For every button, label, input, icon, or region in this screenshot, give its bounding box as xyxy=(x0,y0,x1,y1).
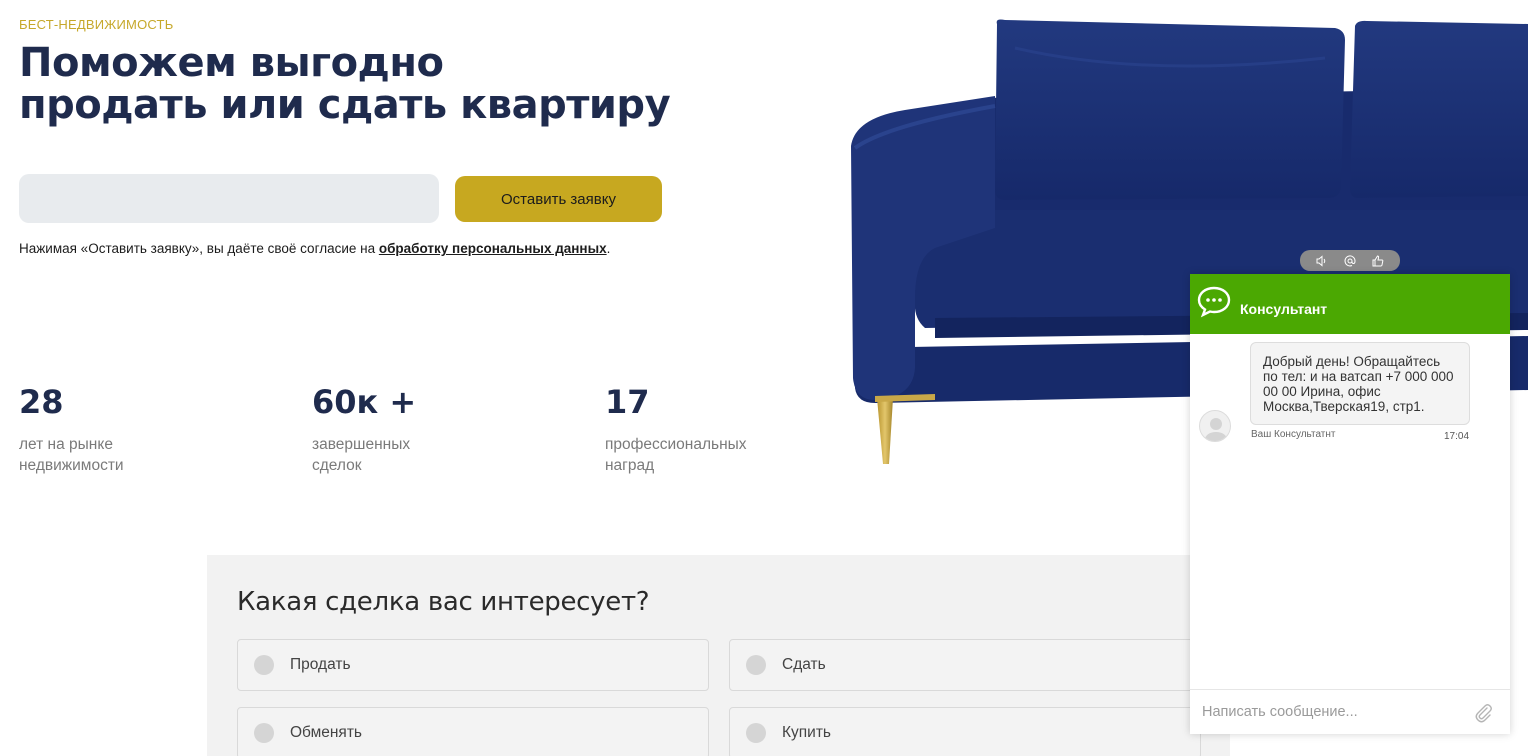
option-sell[interactable]: Продать xyxy=(237,639,709,691)
deal-section: Какая сделка вас интересует? Продать Сда… xyxy=(207,555,1230,756)
option-label: Обменять xyxy=(290,724,362,741)
stat-label: завершенных сделок xyxy=(312,434,482,476)
consent-prefix: Нажимая «Оставить заявку», вы даёте своё… xyxy=(19,241,379,256)
radio-button[interactable] xyxy=(746,655,766,675)
option-label: Сдать xyxy=(782,656,826,673)
stat-label-line: сделок xyxy=(312,457,362,474)
chat-title: Консультант xyxy=(1240,301,1328,317)
stat-label: лет на рынке недвижимости xyxy=(19,434,189,476)
brand-label: БЕСТ-НЕДВИЖИМОСТЬ xyxy=(19,17,174,32)
user-silhouette-icon xyxy=(1204,418,1228,441)
sound-icon[interactable] xyxy=(1313,253,1331,269)
message-author: Ваш Консультатнт xyxy=(1251,429,1336,440)
thumbs-up-icon[interactable] xyxy=(1369,253,1387,269)
radio-button[interactable] xyxy=(254,723,274,743)
consent-text: Нажимая «Оставить заявку», вы даёте своё… xyxy=(19,241,610,256)
consent-suffix: . xyxy=(606,241,611,256)
stat-label-line: завершенных xyxy=(312,436,411,453)
stat-label-line: недвижимости xyxy=(19,457,124,474)
chat-toolbar xyxy=(1300,250,1400,271)
stat-label-line: профессиональных xyxy=(605,436,747,453)
deal-title: Какая сделка вас интересует? xyxy=(237,587,650,617)
personal-data-link[interactable]: обработку персональных данных xyxy=(379,241,607,256)
option-label: Продать xyxy=(290,656,351,673)
consultant-avatar xyxy=(1199,410,1231,442)
chat-bubble-icon xyxy=(1196,284,1232,325)
chat-widget: Консультант Добрый день! Обращайтесь по … xyxy=(1190,274,1510,734)
stat-years: 28 лет на рынке недвижимости xyxy=(19,384,189,476)
stat-label-line: наград xyxy=(605,457,655,474)
option-buy[interactable]: Купить xyxy=(729,707,1201,756)
page-headline: Поможем выгодно продать или сдать кварти… xyxy=(19,40,671,128)
stat-value: 60к + xyxy=(312,383,417,421)
stat-label-line: лет на рынке xyxy=(19,436,113,453)
chat-messages: Добрый день! Обращайтесь по тел: и на ва… xyxy=(1190,334,1510,689)
chat-input-area xyxy=(1190,689,1510,734)
message-time: 17:04 xyxy=(1444,431,1470,442)
phone-input[interactable] xyxy=(19,174,439,223)
chat-message: Добрый день! Обращайтесь по тел: и на ва… xyxy=(1250,342,1470,425)
option-exchange[interactable]: Обменять xyxy=(237,707,709,756)
stat-deals: 60к + завершенных сделок xyxy=(312,384,482,476)
chat-message-input[interactable] xyxy=(1202,704,1462,720)
stat-label: профессиональных наград xyxy=(605,434,775,476)
attachment-icon[interactable] xyxy=(1472,702,1494,724)
stat-value: 28 xyxy=(19,383,64,421)
chat-header[interactable]: Консультант xyxy=(1190,274,1510,334)
submit-request-button[interactable]: Оставить заявку xyxy=(455,176,662,222)
headline-line-2: продать или сдать квартиру xyxy=(19,82,671,128)
email-icon[interactable] xyxy=(1341,253,1359,269)
radio-button[interactable] xyxy=(746,723,766,743)
headline-line-1: Поможем выгодно xyxy=(19,40,444,86)
radio-button[interactable] xyxy=(254,655,274,675)
stat-awards: 17 профессиональных наград xyxy=(605,384,775,476)
stat-value: 17 xyxy=(605,383,650,421)
option-rent[interactable]: Сдать xyxy=(729,639,1201,691)
option-label: Купить xyxy=(782,724,832,741)
